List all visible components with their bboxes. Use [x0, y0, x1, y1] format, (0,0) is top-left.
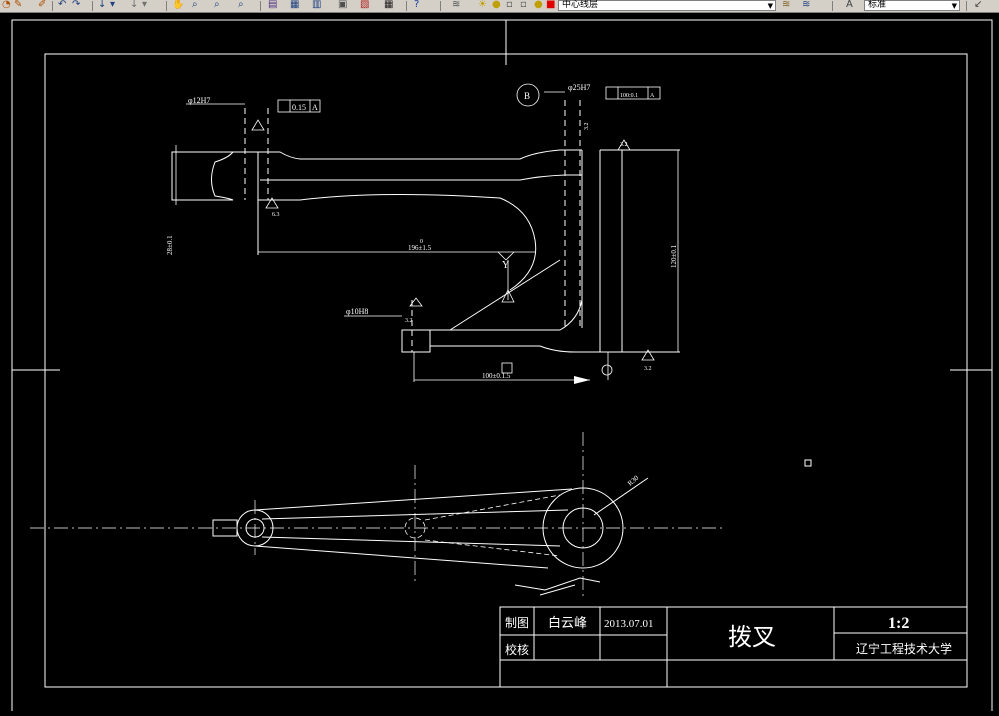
- tol-perp-label: 100:0.1: [620, 93, 638, 99]
- cad-drawing: φ12H7 0.15 A φ25H7 B 100:0.1 A 3.2 6.3 3…: [11, 19, 993, 716]
- part-name: 拨叉: [728, 624, 776, 651]
- roughness-symbols: [251, 119, 655, 376]
- layer-combo-value: 中心线层: [562, 0, 599, 10]
- scale-label: 1:2: [888, 615, 909, 632]
- undo-icon[interactable]: ↶: [58, 0, 66, 11]
- datum-b-label: B: [524, 91, 530, 101]
- brush-icon[interactable]: ✐: [38, 0, 46, 11]
- pickbox-cursor: [804, 459, 812, 467]
- school-name: 辽宁工程技术大学: [856, 641, 952, 656]
- calculator-icon[interactable]: ▦: [384, 0, 393, 11]
- layer-on-icon[interactable]: ☀: [478, 0, 487, 11]
- datum-a2-label: A: [650, 93, 655, 99]
- zoom-window-icon[interactable]: ⌕: [192, 0, 198, 11]
- layer-lock-icon[interactable]: ▫: [506, 0, 513, 11]
- roughness-label-2: 6.3: [272, 212, 280, 218]
- layer-states-icon[interactable]: ≋: [802, 0, 810, 11]
- drawn-date: 2013.07.01: [604, 618, 654, 630]
- length-dim-label: 196±1.5: [408, 244, 432, 252]
- toolbar-separator: [260, 1, 261, 11]
- layer-freeze-icon[interactable]: ●: [492, 0, 501, 11]
- properties-icon[interactable]: ◔: [2, 0, 11, 11]
- match-properties-icon[interactable]: ✎: [14, 0, 22, 11]
- design-center-icon[interactable]: ▦: [290, 0, 299, 11]
- roughness-label-1: 3.2: [620, 142, 628, 148]
- checked-label: 校核: [505, 642, 529, 657]
- chevron-down-icon: ▼: [951, 2, 957, 10]
- toolbar-separator: [166, 1, 167, 11]
- drawn-name: 白云峰: [548, 615, 587, 630]
- length-dim-top-label: 0: [420, 239, 423, 245]
- hand-pan-icon[interactable]: ✋: [172, 0, 184, 11]
- style-combo-value: 标准: [868, 0, 887, 10]
- color-swatch-icon[interactable]: ■: [546, 0, 555, 11]
- height-dim-label: 120±0.1: [670, 244, 678, 268]
- cad-toolbar: ◔ ✎ ✐ ↶ ↷ ↓ ▾ ↓ ▾ ✋ ⌕ ⌕ ⌕ ▤ ▦ ▥ ▣ ▧ ▦ ? …: [0, 0, 999, 13]
- datum-a-label: A: [312, 103, 318, 112]
- markup-icon[interactable]: ▧: [360, 0, 369, 11]
- toolbar-separator: [440, 1, 441, 11]
- pan-icon[interactable]: ↓: [98, 0, 106, 11]
- toolbar-separator: [832, 1, 833, 11]
- sheet-set-icon[interactable]: ▣: [338, 0, 347, 11]
- dim-style-icon[interactable]: ↙: [974, 0, 982, 11]
- top-view-hidden: [404, 494, 561, 557]
- toolbar-separator: [966, 1, 967, 11]
- tool-palette-icon[interactable]: ▥: [312, 0, 321, 11]
- radius-dim-label: R30: [626, 474, 640, 488]
- down-arrow-icon[interactable]: ▾: [110, 0, 115, 11]
- layer-previous-icon[interactable]: ≋: [782, 0, 790, 11]
- help-icon[interactable]: ?: [414, 0, 419, 11]
- layer-manager-icon[interactable]: ≋: [452, 0, 460, 11]
- title-block-text: 制图 白云峰 2013.07.01 校核 拨叉 1:2 辽宁工程技术大学: [505, 615, 952, 657]
- zoom-realtime-icon[interactable]: ↓: [130, 0, 138, 11]
- hidden-lines: [244, 100, 581, 352]
- tolerance-frames: [277, 83, 661, 113]
- thickness-dim-label: 28±0.1: [166, 235, 174, 255]
- pin-bore-label: φ10H8: [346, 307, 368, 316]
- arrows: [574, 376, 590, 384]
- front-view-labels: φ12H7 0.15 A φ25H7 B 100:0.1 A 3.2 6.3 3…: [166, 83, 678, 380]
- dropdown-icon[interactable]: ▾: [142, 0, 147, 11]
- redo-icon[interactable]: ↷: [72, 0, 80, 11]
- roughness-label-3: 3.2: [644, 366, 652, 372]
- view-y-label: Y: [502, 260, 509, 271]
- text-style-icon[interactable]: A: [846, 0, 853, 11]
- drawn-label: 制图: [505, 616, 529, 630]
- layer-color-icon[interactable]: ●: [534, 0, 543, 11]
- layer-plot-icon[interactable]: ▫: [520, 0, 527, 11]
- chevron-down-icon: ▼: [767, 2, 773, 10]
- roughness-label-5: 3.2: [584, 123, 590, 131]
- bottom-dim-label: 100±0.1.5: [482, 372, 511, 380]
- layer-combo[interactable]: 中心线层 ▼: [558, 0, 776, 11]
- drawing-canvas[interactable]: φ12H7 0.15 A φ25H7 B 100:0.1 A 3.2 6.3 3…: [0, 13, 999, 716]
- toolbar-separator: [406, 1, 407, 11]
- toolbar-separator: [52, 1, 53, 11]
- bore-large-label: φ25H7: [568, 83, 590, 92]
- bore-small-label: φ12H7: [188, 96, 210, 105]
- dimension-lines: [175, 91, 679, 382]
- properties-palette-icon[interactable]: ▤: [268, 0, 277, 11]
- centering-marks: [12, 20, 992, 371]
- sheet-inner-frame: [44, 53, 968, 688]
- roughness-label-4: 3.2: [405, 318, 413, 324]
- zoom-previous-icon[interactable]: ⌕: [214, 0, 220, 11]
- zoom-extents-icon[interactable]: ⌕: [238, 0, 244, 11]
- style-combo[interactable]: 标准 ▼: [864, 0, 960, 11]
- toolbar-separator: [92, 1, 93, 11]
- tol-parallel-label: 0.15: [292, 103, 306, 112]
